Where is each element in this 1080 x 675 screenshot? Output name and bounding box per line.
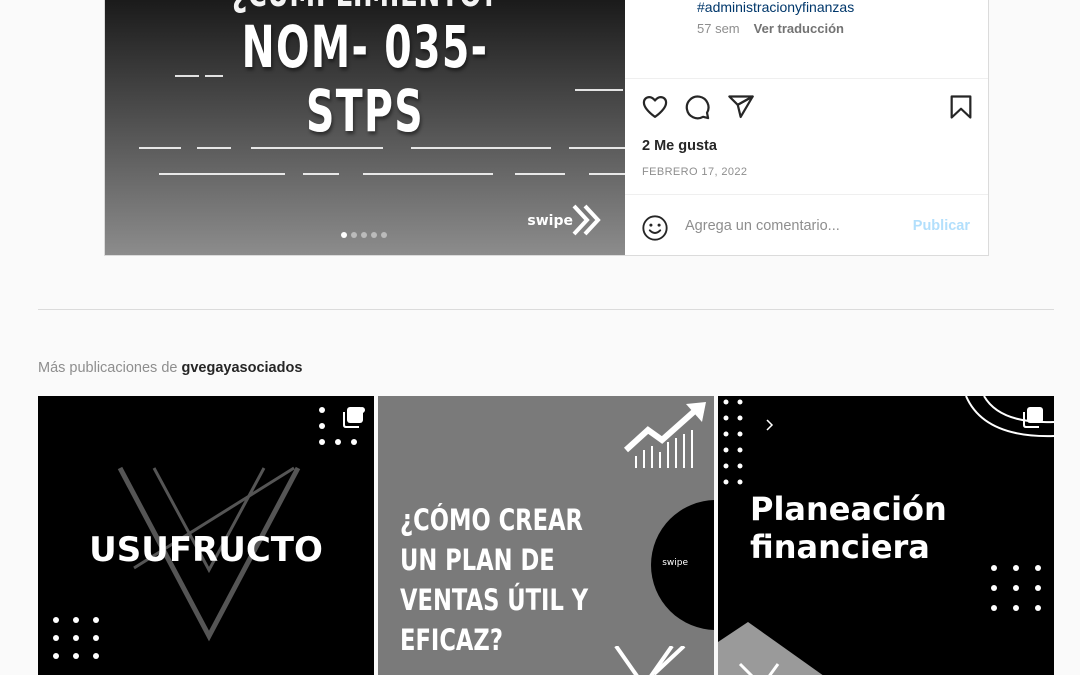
carousel-dot[interactable] (341, 232, 347, 238)
post-age: 57 sem (697, 21, 740, 36)
swipe-label: swipe (527, 213, 573, 229)
post-thumbnail[interactable]: Planeación financiera (718, 396, 1054, 675)
decorative-dots (53, 617, 99, 659)
decorative-line (363, 173, 493, 175)
comment-input[interactable] (685, 218, 895, 234)
decorative-triangle (718, 622, 823, 675)
decorative-line (589, 173, 625, 175)
carousel-dot[interactable] (371, 232, 377, 238)
share-icon[interactable] (727, 93, 755, 121)
tile-title: ¿CÓMO CREAR UN PLAN DE VENTAS ÚTIL Y EFI… (400, 503, 589, 657)
divider (625, 194, 988, 195)
growth-chart-icon (623, 402, 706, 468)
action-bar (641, 93, 975, 121)
carousel-dots (341, 232, 387, 238)
post-thumbnail[interactable]: swipe ¿CÓMO CREAR UN PLAN DE VENTAS ÚTIL… (378, 396, 714, 675)
decorative-dots (723, 399, 743, 485)
chevron-right-icon (766, 419, 774, 431)
decorative-line (175, 75, 199, 77)
comment-form: Publicar (625, 199, 988, 255)
swipe-badge: swipe (662, 558, 688, 568)
decorative-line (515, 173, 565, 175)
like-count[interactable]: 2 Me gusta (642, 138, 717, 154)
divider (625, 78, 988, 79)
decorative-line (197, 147, 231, 149)
multiple-posts-icon (342, 406, 364, 428)
tile-title: Planeación financiera (750, 490, 947, 566)
bookmark-icon[interactable] (947, 93, 975, 121)
decorative-dots (991, 565, 1041, 611)
emoji-icon[interactable] (641, 214, 669, 242)
decorative-line (575, 89, 623, 91)
multiple-posts-icon (1022, 406, 1044, 428)
post-thumbnail[interactable]: USUFRUCTO (38, 396, 374, 675)
more-posts-heading: Más publicaciones de gvegayasociados (38, 360, 302, 376)
section-divider (38, 309, 1054, 310)
post-carousel[interactable]: ¿CUMPLIMIENTO? NOM- 035- STPS swipe (105, 0, 625, 255)
decorative-line (569, 147, 625, 149)
brand-v-logo (614, 646, 686, 675)
more-posts-prefix: Más publicaciones de (38, 360, 178, 376)
media-title: NOM- 035- STPS (241, 13, 489, 145)
hashtag-link[interactable]: #administracionyfinanzas (697, 0, 854, 15)
comment-icon[interactable] (683, 93, 711, 121)
media-top-text: ¿CUMPLIMIENTO? (178, 0, 552, 13)
username-link[interactable]: gvegayasociados (181, 360, 302, 376)
post-sidebar: #administracionyfinanzas 57 sem Ver trad… (625, 0, 988, 255)
carousel-dot[interactable] (351, 232, 357, 238)
tile-title: USUFRUCTO (89, 530, 323, 570)
decorative-line (205, 75, 223, 77)
decorative-line (411, 147, 551, 149)
decorative-line (251, 147, 383, 149)
publish-button[interactable]: Publicar (913, 218, 970, 234)
decorative-line (159, 173, 285, 175)
post-date: FEBRERO 17, 2022 (642, 166, 748, 178)
post-card: ¿CUMPLIMIENTO? NOM- 035- STPS swipe (104, 0, 989, 256)
see-translation-button[interactable]: Ver traducción (754, 21, 844, 36)
heart-icon[interactable] (641, 93, 669, 121)
caption-meta: 57 sem Ver traducción (697, 21, 844, 36)
decorative-line (303, 173, 339, 175)
carousel-dot[interactable] (361, 232, 367, 238)
decorative-line (139, 147, 181, 149)
instagram-post-page: ¿CUMPLIMIENTO? NOM- 035- STPS swipe (0, 0, 1080, 675)
swipe-arrows-icon (571, 203, 603, 237)
carousel-dot[interactable] (381, 232, 387, 238)
